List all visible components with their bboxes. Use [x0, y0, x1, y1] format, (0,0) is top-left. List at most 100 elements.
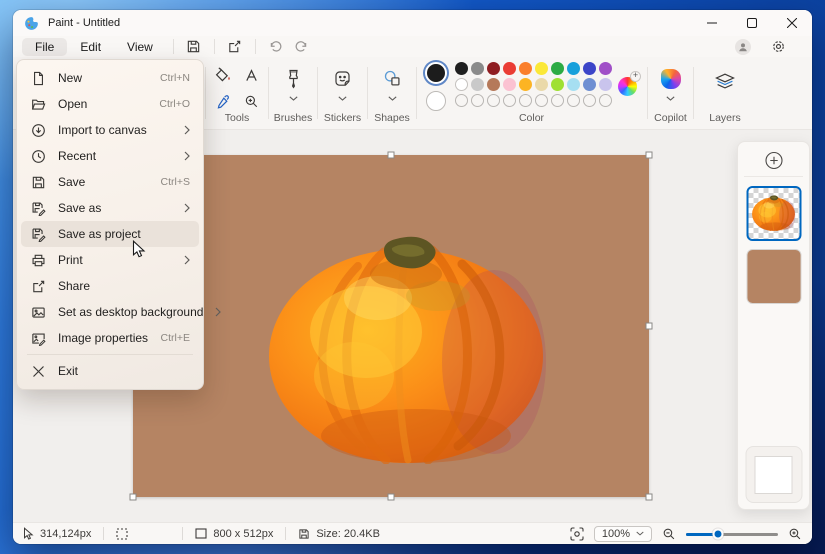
- menu-item-recent[interactable]: Recent: [21, 143, 199, 169]
- account-icon[interactable]: [735, 39, 751, 55]
- desktop-background-icon: [30, 304, 46, 320]
- file-size: Size: 20.4KB: [298, 528, 380, 540]
- layer-thumbnail-pumpkin[interactable]: [746, 186, 801, 241]
- layers-section[interactable]: Layers: [694, 57, 756, 129]
- zoom-in-icon[interactable]: [788, 527, 802, 541]
- palette-swatch[interactable]: [599, 62, 612, 75]
- zoom-slider[interactable]: [686, 528, 778, 540]
- text-tool-icon[interactable]: [244, 68, 259, 83]
- zoom-level-dropdown[interactable]: 100%: [594, 526, 652, 542]
- stickers-section[interactable]: Stickers: [318, 57, 367, 129]
- menu-item-label: Set as desktop background: [58, 305, 203, 319]
- palette-swatch[interactable]: [487, 78, 500, 91]
- zoom-out-icon[interactable]: [662, 527, 676, 541]
- palette-swatch-empty[interactable]: [455, 94, 468, 107]
- submenu-chevron-icon: [184, 125, 190, 135]
- menu-item-new[interactable]: NewCtrl+N: [21, 65, 199, 91]
- palette-swatch[interactable]: [519, 78, 532, 91]
- palette-swatch[interactable]: [503, 78, 516, 91]
- maximize-button[interactable]: [732, 10, 772, 36]
- undo-icon[interactable]: [263, 37, 289, 56]
- palette-swatch[interactable]: [583, 62, 596, 75]
- palette-swatch-empty[interactable]: [535, 94, 548, 107]
- settings-gear-icon[interactable]: [765, 37, 791, 56]
- palette-swatch[interactable]: [551, 78, 564, 91]
- resize-handle-top-right[interactable]: [646, 152, 653, 159]
- zoom-slider-thumb[interactable]: [713, 528, 724, 539]
- statusbar: 314,124px 800 x 512px Size: 20.4KB 100%: [13, 522, 812, 544]
- menu-item-set-as-desktop-background[interactable]: Set as desktop background: [21, 299, 199, 325]
- palette-swatch[interactable]: [487, 62, 500, 75]
- palette-swatch[interactable]: [471, 78, 484, 91]
- palette-swatch[interactable]: [567, 78, 580, 91]
- palette-swatch-empty[interactable]: [567, 94, 580, 107]
- palette-swatch[interactable]: [455, 78, 468, 91]
- fill-tool-icon[interactable]: [215, 67, 232, 84]
- palette-swatch[interactable]: [503, 62, 516, 75]
- minimize-button[interactable]: [692, 10, 732, 36]
- palette-swatch[interactable]: [551, 62, 564, 75]
- resize-handle-bottom-center[interactable]: [388, 494, 395, 501]
- menu-item-shortcut: Ctrl+E: [161, 332, 190, 344]
- drawing-canvas[interactable]: [133, 155, 649, 497]
- palette-swatch[interactable]: [599, 78, 612, 91]
- palette-swatch[interactable]: [519, 62, 532, 75]
- menu-item-label: Share: [58, 279, 190, 293]
- menu-item-print[interactable]: Print: [21, 247, 199, 273]
- palette-swatch-empty[interactable]: [519, 94, 532, 107]
- brushes-section[interactable]: Brushes: [269, 57, 317, 129]
- palette-swatch-empty[interactable]: [583, 94, 596, 107]
- canvas-background-thumbnail[interactable]: [745, 446, 802, 503]
- edit-colors-wheel-icon[interactable]: [618, 77, 637, 96]
- add-layer-icon[interactable]: [764, 151, 783, 170]
- menu-item-open[interactable]: OpenCtrl+O: [21, 91, 199, 117]
- primary-color-swatch[interactable]: [425, 62, 447, 84]
- resize-handle-bottom-right[interactable]: [646, 494, 653, 501]
- layer-thumbnail-background[interactable]: [746, 249, 801, 304]
- menu-item-save-as-project[interactable]: Save as project: [21, 221, 199, 247]
- menu-item-label: Import to canvas: [58, 123, 172, 137]
- edit-menu-button[interactable]: Edit: [67, 38, 114, 56]
- resize-handle-bottom-left[interactable]: [130, 494, 137, 501]
- toolbar-separator: [173, 39, 174, 54]
- palette-swatch[interactable]: [567, 62, 580, 75]
- menu-item-label: Exit: [58, 364, 190, 378]
- close-button[interactable]: [772, 10, 812, 36]
- palette-swatch[interactable]: [535, 62, 548, 75]
- copilot-section[interactable]: Copilot: [648, 57, 693, 129]
- magnifier-tool-icon[interactable]: [244, 94, 259, 109]
- palette-swatch[interactable]: [535, 78, 548, 91]
- redo-icon[interactable]: [289, 37, 315, 56]
- palette-swatch[interactable]: [471, 62, 484, 75]
- shapes-section[interactable]: Shapes: [368, 57, 416, 129]
- resize-handle-middle-right[interactable]: [646, 323, 653, 330]
- cursor-position: 314,124px: [23, 527, 91, 540]
- palette-swatch-empty[interactable]: [551, 94, 564, 107]
- palette-swatch[interactable]: [455, 62, 468, 75]
- menu-item-image-properties[interactable]: Image properties Ctrl+E: [21, 325, 199, 351]
- eyedropper-tool-icon[interactable]: [216, 94, 231, 109]
- menu-item-label: New: [58, 71, 148, 85]
- palette-swatch-empty[interactable]: [503, 94, 516, 107]
- menu-item-share[interactable]: Share: [21, 273, 199, 299]
- menu-item-exit[interactable]: Exit: [21, 358, 199, 384]
- save-icon[interactable]: [181, 37, 207, 56]
- sticker-icon: [333, 69, 352, 88]
- palette-swatch-empty[interactable]: [487, 94, 500, 107]
- palette-swatch-empty[interactable]: [599, 94, 612, 107]
- share-icon[interactable]: [222, 37, 248, 56]
- palette-swatch-empty[interactable]: [471, 94, 484, 107]
- fit-to-screen-icon[interactable]: [570, 527, 584, 541]
- menu-item-import-to-canvas[interactable]: Import to canvas: [21, 117, 199, 143]
- menu-item-label: Image properties: [58, 331, 149, 345]
- menu-item-save-as[interactable]: Save as: [21, 195, 199, 221]
- menu-item-save[interactable]: SaveCtrl+S: [21, 169, 199, 195]
- palette-swatch[interactable]: [583, 78, 596, 91]
- secondary-color-swatch[interactable]: [426, 91, 446, 111]
- view-menu-button[interactable]: View: [114, 38, 166, 56]
- file-menu-button[interactable]: File: [22, 38, 67, 56]
- menu-item-label: Open: [58, 97, 147, 111]
- titlebar: Paint - Untitled: [13, 10, 812, 36]
- menu-item-label: Save: [58, 175, 149, 189]
- resize-handle-top-center[interactable]: [388, 152, 395, 159]
